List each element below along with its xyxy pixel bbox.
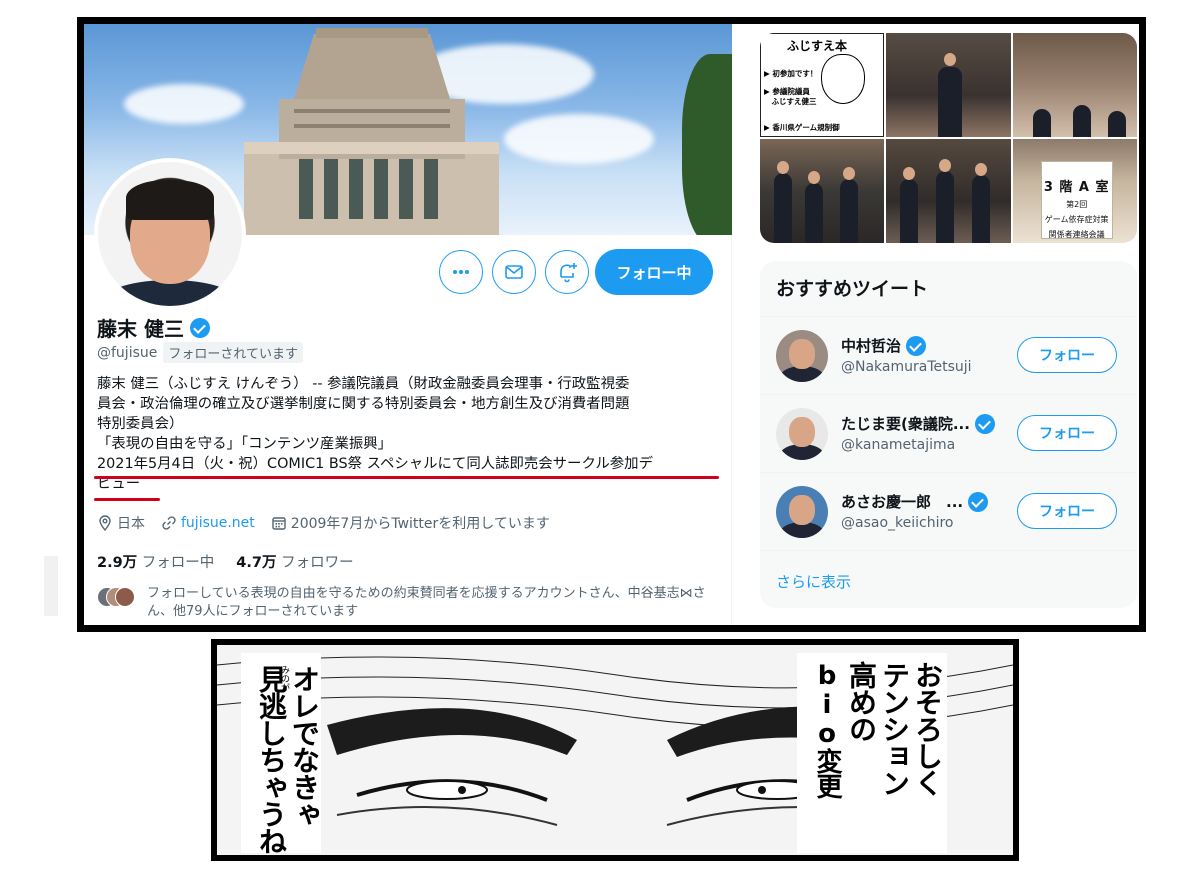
notify-button[interactable] bbox=[545, 250, 589, 294]
media-thumbnail[interactable] bbox=[886, 33, 1011, 137]
bio-line: 特別委員会） bbox=[97, 416, 184, 432]
location-pin-icon bbox=[99, 515, 111, 531]
media-thumbnail[interactable] bbox=[760, 139, 885, 243]
mail-icon bbox=[505, 265, 523, 279]
bell-plus-icon bbox=[560, 263, 577, 283]
website-link[interactable]: fujisue.net bbox=[161, 515, 255, 531]
verified-badge-icon bbox=[189, 317, 210, 338]
following-button[interactable]: フォロー中 bbox=[595, 249, 713, 295]
follow-button[interactable]: フォロー bbox=[1017, 337, 1117, 373]
verified-badge-icon bbox=[906, 335, 927, 356]
speech-text-right: 高めの bbox=[845, 661, 878, 742]
speech-text-right: bio変更 bbox=[812, 661, 842, 798]
follows-you-badge: フォローされています bbox=[163, 342, 303, 363]
media-thumbnail[interactable]: 3 階 A 室 第2回 ゲーム依存症対策 関係者連絡会議 bbox=[1012, 139, 1137, 243]
recommended-user-handle: @asao_keiichiro bbox=[841, 515, 954, 531]
recommended-users-panel: おすすめツイート 中村哲治 @NakamuraTetsuji フォロー たじま要… bbox=[760, 261, 1137, 608]
recommended-user-handle: @NakamuraTetsuji bbox=[841, 359, 972, 375]
avatar[interactable] bbox=[776, 330, 828, 382]
joined-date: 2009年7月からTwitterを利用しています bbox=[271, 513, 550, 533]
profile-handle-line: @fujisue フォローされています bbox=[97, 342, 303, 363]
speech-text-left: オレでなきゃ bbox=[288, 665, 321, 827]
red-underline bbox=[94, 498, 160, 501]
profile-screenshot-panel: フォロー中 藤末 健三 @fujisue フォローされています 藤末 健三（ふじ… bbox=[77, 17, 1146, 632]
recommend-title: おすすめツイート bbox=[776, 278, 929, 300]
speech-text-right: おそろしく bbox=[911, 661, 944, 796]
handle: @fujisue bbox=[97, 344, 158, 361]
calendar-icon bbox=[272, 517, 286, 530]
location: 日本 bbox=[97, 513, 145, 533]
bio-line: 「表現の自由を守る」「コンテンツ産業振興」 bbox=[97, 436, 393, 452]
recommended-user-row[interactable]: たじま要(衆議院... @kanametajima フォロー bbox=[760, 394, 1137, 472]
page-edge-mark bbox=[44, 556, 58, 616]
verified-badge-icon bbox=[968, 491, 989, 512]
recommended-user-name: あさお慶一郎 ... bbox=[841, 491, 989, 512]
followed-by-row[interactable]: フォローしている表現の自由を守るための約束賛同者を応援するアカウントさん、中谷基… bbox=[97, 585, 707, 621]
display-name: 藤末 健三 bbox=[97, 317, 184, 341]
follow-button[interactable]: フォロー bbox=[1017, 415, 1117, 451]
profile-name-line: 藤末 健三 bbox=[97, 313, 210, 342]
media-grid: ふじすえ本 ▶ 初参加です！ ▶ 参議院議員 ふじすえ健三 ▶ 香川県ゲーム規制… bbox=[760, 33, 1137, 243]
avatar[interactable] bbox=[776, 408, 828, 460]
more-icon bbox=[453, 270, 469, 274]
profile-meta: 日本 fujisue.net 2009年7月からTwitterを利用しています bbox=[97, 513, 550, 533]
following-count-link[interactable]: 2.9万 フォロー中 bbox=[97, 551, 214, 572]
media-thumbnail[interactable] bbox=[1012, 33, 1137, 137]
bio-line-highlighted: 2021年5月4日（火・祝）COMIC1 BS祭 スペシャルにて同人誌即売会サー… bbox=[97, 456, 653, 472]
profile-avatar[interactable] bbox=[94, 158, 246, 310]
recommended-user-row[interactable]: 中村哲治 @NakamuraTetsuji フォロー bbox=[760, 316, 1137, 394]
bio-line: 員会・政治倫理の確立及び選挙制度に関する特別委員会・地方創生及び消費者問題 bbox=[97, 396, 630, 412]
show-more-link[interactable]: さらに表示 bbox=[776, 571, 851, 592]
profile-column: フォロー中 藤末 健三 @fujisue フォローされています 藤末 健三（ふじ… bbox=[84, 24, 732, 625]
bio-line: 藤末 健三（ふじすえ けんぞう） -- 参議院議員（財政金融委員会理事・行政監視… bbox=[97, 376, 630, 392]
speech-text-right: テンション bbox=[878, 661, 911, 796]
speech-text-left: 見逃しちゃうね bbox=[255, 665, 288, 854]
link-icon bbox=[162, 516, 176, 530]
room-sign: 3 階 A 室 第2回 ゲーム依存症対策 関係者連絡会議 bbox=[1040, 161, 1113, 239]
follow-counts: 2.9万 フォロー中 4.7万 フォロワー bbox=[97, 551, 354, 572]
avatar[interactable] bbox=[776, 486, 828, 538]
media-thumbnail[interactable] bbox=[886, 139, 1011, 243]
recommended-user-row[interactable]: あさお慶一郎 ... @asao_keiichiro フォロー bbox=[760, 472, 1137, 550]
media-thumbnail[interactable]: ふじすえ本 ▶ 初参加です！ ▶ 参議院議員 ふじすえ健三 ▶ 香川県ゲーム規制… bbox=[760, 33, 885, 137]
followers-count-link[interactable]: 4.7万 フォロワー bbox=[236, 551, 353, 572]
followed-by-text: フォローしている表現の自由を守るための約束賛同者を応援するアカウントさん、中谷基… bbox=[147, 586, 706, 619]
recommended-user-name: たじま要(衆議院... bbox=[841, 413, 995, 434]
red-underline bbox=[94, 476, 719, 479]
follower-avatars bbox=[97, 587, 137, 607]
follow-button[interactable]: フォロー bbox=[1017, 493, 1117, 529]
manga-panel: オレでなきゃ みのが 見逃しちゃうね おそろしく テンション 高めの bio変更 bbox=[211, 639, 1019, 861]
recommended-user-handle: @kanametajima bbox=[841, 437, 956, 453]
message-button[interactable] bbox=[492, 250, 536, 294]
verified-badge-icon bbox=[974, 413, 995, 434]
recommended-user-name: 中村哲治 bbox=[841, 335, 927, 356]
more-button[interactable] bbox=[439, 250, 483, 294]
